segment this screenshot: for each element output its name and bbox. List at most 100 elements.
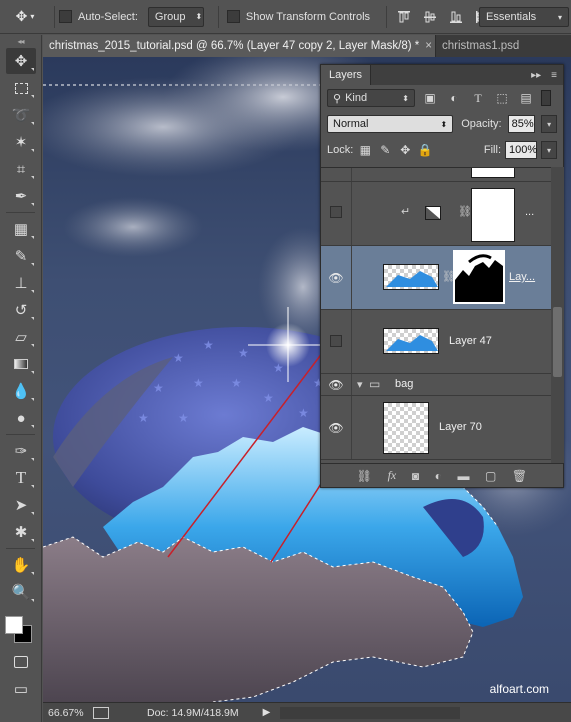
adjustment-filter-icon[interactable]: ◐ (445, 90, 463, 106)
chevron-down-icon[interactable]: ▾ (541, 115, 557, 133)
gradient-icon[interactable] (6, 351, 36, 377)
layer-thumbnail (383, 402, 429, 454)
foreground-color-swatch[interactable] (5, 616, 23, 634)
align-vertical-centers-icon[interactable] (417, 6, 443, 28)
chevron-down-icon[interactable]: ▾ (357, 378, 363, 391)
tab-layers[interactable]: Layers (321, 65, 372, 85)
color-swatches[interactable] (0, 606, 42, 648)
history-brush-icon[interactable]: ↺ (6, 297, 36, 323)
quick-mask-icon[interactable] (6, 649, 36, 675)
watermark-text: alfoart.com (489, 682, 549, 696)
layer-mask-thumbnail[interactable] (471, 188, 515, 242)
type-filter-icon[interactable]: T (469, 90, 487, 106)
fill-input[interactable]: 100% (505, 141, 537, 159)
lasso-icon[interactable]: ➰ (6, 102, 36, 128)
opacity-input[interactable]: 85% (507, 115, 536, 133)
layers-panel: Layers ▸▸ ≡ ⚲ Kind ⬍ ▣ ◐ T ⬚ ▤ Normal ⬍ … (320, 64, 564, 488)
chevron-down-icon: ▾ (557, 12, 562, 22)
svg-text:★: ★ (263, 391, 274, 405)
path-selection-icon[interactable]: ➤ (6, 492, 36, 518)
adjustment-layer-icon[interactable]: ◐ (435, 469, 442, 483)
lock-all-icon[interactable]: 🔒 (417, 142, 433, 158)
divider (351, 182, 352, 245)
chevron-down-icon: ▾ (30, 12, 35, 21)
align-bottom-edges-icon[interactable] (443, 6, 469, 28)
clone-stamp-icon[interactable]: ⊥ (6, 270, 36, 296)
rectangular-marquee-icon[interactable] (6, 75, 36, 101)
horizontal-scrollbar[interactable] (280, 706, 461, 719)
svg-text:★: ★ (178, 411, 189, 425)
pen-icon[interactable]: ✑ (6, 438, 36, 464)
pixel-filter-icon[interactable]: ▣ (421, 90, 439, 106)
workspace-label: Essentials (486, 11, 537, 23)
healing-brush-icon[interactable]: ▦ (6, 216, 36, 242)
layer-mask-thumbnail[interactable] (453, 250, 505, 304)
document-tab-active[interactable]: christmas_2015_tutorial.psd @ 66.7% (Lay… (43, 35, 435, 57)
share-icon[interactable] (93, 706, 109, 719)
add-mask-icon[interactable]: ◙ (412, 469, 419, 483)
divider (6, 548, 35, 549)
blend-mode-dropdown[interactable]: Normal ⬍ (327, 115, 454, 133)
eye-icon[interactable]: 👁 (327, 378, 345, 392)
new-layer-icon[interactable]: ▢ (485, 469, 496, 483)
eye-icon[interactable]: 👁 (327, 421, 345, 435)
eye-icon[interactable]: 👁 (327, 271, 345, 285)
type-icon[interactable]: T (6, 465, 36, 491)
eraser-icon[interactable]: ▱ (6, 324, 36, 350)
dodge-icon[interactable]: ● (6, 405, 36, 431)
shape-filter-icon[interactable]: ⬚ (493, 90, 511, 106)
brush-icon[interactable]: ✎ (6, 243, 36, 269)
move-tool-icon[interactable]: ✥ (6, 48, 36, 74)
workspace-switcher[interactable]: Essentials ▾ (479, 7, 569, 27)
layer-group-row[interactable]: 👁 ▾ ▭ bag (321, 374, 551, 396)
visibility-toggle[interactable] (330, 335, 342, 347)
auto-select-mode-dropdown[interactable]: Group ⬍ (147, 6, 204, 27)
layer-row[interactable]: ↵ ⛓ ... (321, 182, 551, 246)
trash-icon[interactable]: 🗑 (512, 469, 527, 483)
magic-wand-icon[interactable]: ✶ (6, 129, 36, 155)
link-layers-icon[interactable]: ⛓ (357, 469, 372, 483)
align-top-edges-icon[interactable] (391, 6, 417, 28)
document-tab[interactable]: christmas1.psd (435, 35, 571, 57)
zoom-level[interactable]: 66.67% (43, 707, 85, 719)
lock-image-pixels-icon[interactable]: ✎ (377, 142, 393, 158)
layer-style-icon[interactable]: fx (388, 468, 397, 483)
screen-mode-icon[interactable]: ▭ (6, 676, 36, 702)
panel-menu-icon[interactable]: ≡ (551, 70, 557, 81)
updown-arrows-icon: ⬍ (440, 119, 448, 129)
crop-icon[interactable]: ⌗ (6, 156, 36, 182)
layer-row[interactable] (321, 168, 551, 182)
link-icon[interactable]: ⛓ (458, 205, 472, 218)
document-tabs: christmas_2015_tutorial.psd @ 66.7% (Lay… (43, 35, 571, 57)
scrollbar-thumb[interactable] (553, 307, 562, 377)
visibility-toggle[interactable] (330, 206, 342, 218)
show-transform-label: Show Transform Controls (245, 10, 371, 23)
hand-icon[interactable]: ✋ (6, 552, 36, 578)
auto-select-checkbox[interactable] (59, 10, 72, 23)
layer-name: Layer 70 (439, 421, 482, 433)
move-tool-icon: ✥ (15, 8, 28, 24)
lock-position-icon[interactable]: ✥ (397, 142, 413, 158)
filter-kind-dropdown[interactable]: ⚲ Kind ⬍ (327, 89, 415, 107)
layer-row[interactable]: Layer 47 (321, 310, 551, 374)
eyedropper-icon[interactable]: ✒ (6, 183, 36, 209)
lock-transparent-pixels-icon[interactable]: ▦ (357, 142, 373, 158)
close-icon[interactable]: × (425, 40, 432, 52)
layer-row[interactable]: 👁 Layer 70 (321, 396, 551, 460)
smart-object-filter-icon[interactable]: ▤ (517, 90, 535, 106)
custom-shape-icon[interactable]: ✱ (6, 519, 36, 545)
divider (6, 434, 35, 435)
new-group-icon[interactable]: ▬ (457, 469, 469, 483)
layers-scrollbar[interactable] (551, 167, 564, 463)
zoom-icon[interactable]: 🔍 (6, 579, 36, 605)
chevron-down-icon[interactable]: ▾ (541, 141, 557, 159)
status-menu-arrow-icon[interactable]: ▶ (263, 707, 271, 718)
blur-icon[interactable]: 💧 (6, 378, 36, 404)
layer-name: Layer 47 (449, 335, 492, 347)
collapse-panel-icon[interactable]: ▸▸ (531, 70, 541, 81)
panel-collapse-icon[interactable]: ◂◂ (0, 35, 41, 47)
show-transform-checkbox[interactable] (226, 10, 240, 23)
layer-row-selected[interactable]: 👁 ⛓ Lay... (321, 246, 551, 310)
filter-toggle-icon[interactable] (541, 90, 551, 106)
tool-preset-picker[interactable]: ✥ ▾ (0, 5, 50, 29)
